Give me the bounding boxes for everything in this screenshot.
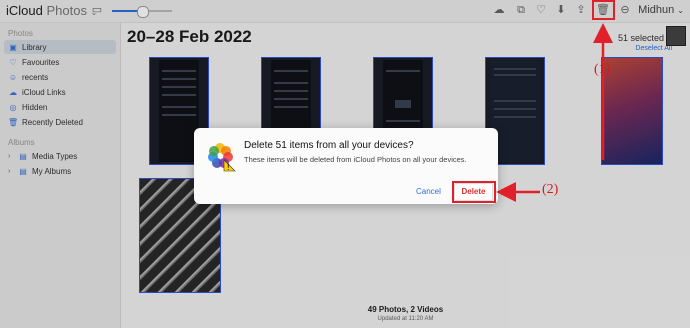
annotation-label-2: (2) [542,182,559,197]
annotation-arrows [496,23,613,202]
annotation-label-1: (1) [594,62,611,77]
